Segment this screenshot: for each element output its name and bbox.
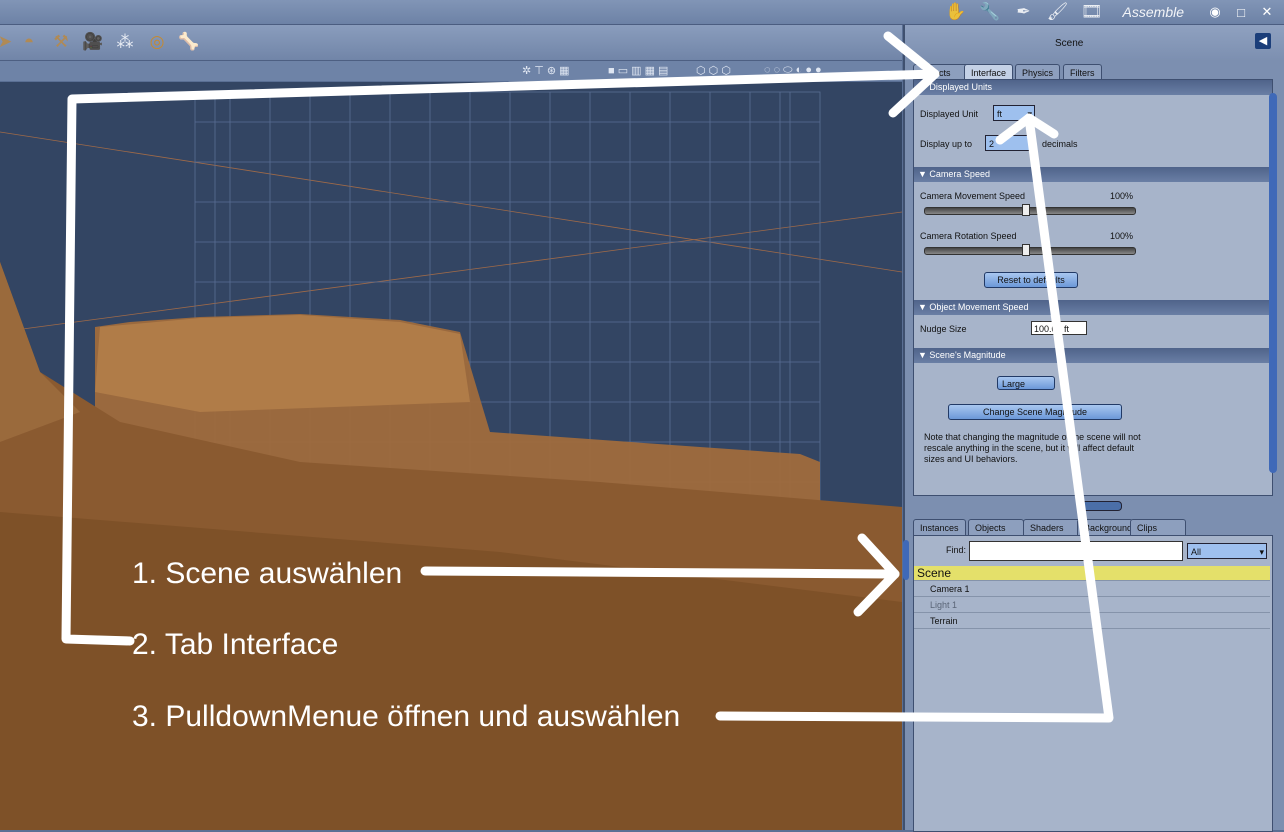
decimals-stepper[interactable]: 2	[985, 135, 1035, 151]
camera-rotation-label: Camera Rotation Speed	[920, 231, 1017, 241]
interface-properties: ▼ Displayed Units Displayed Unit ft ▾ Dis…	[913, 79, 1273, 496]
chevron-down-icon: ▾	[1259, 547, 1264, 557]
hammer-icon[interactable]: ⚒	[48, 30, 74, 54]
change-magnitude-button[interactable]: Change Scene Magnitude	[948, 404, 1122, 420]
toolbar: ➤ ◓ ⚒ 🎥 ⁂ ◎ 🦴	[0, 25, 902, 61]
target-icon[interactable]: ◎	[144, 30, 170, 54]
viewport-scroll-handle[interactable]	[903, 540, 909, 580]
nudge-size-field[interactable]: 100.00 ft	[1031, 321, 1087, 335]
title-bar: ✋ 🔧 ✒ 🖌 🎞 Assemble ◉ □ ✕	[0, 0, 1284, 25]
section-object-movement[interactable]: ▼ Object Movement Speed	[914, 300, 1272, 315]
instances-browser: Find: All ▾ Scene Camera 1 Light 1 Terrai…	[913, 535, 1273, 832]
displayed-unit-label: Displayed Unit	[920, 109, 979, 119]
bone-icon[interactable]: 🦴	[176, 30, 202, 54]
decimals-value: 2	[989, 139, 995, 149]
tab-instances[interactable]: Instances	[913, 519, 966, 535]
camera-icon[interactable]: 🎥	[80, 30, 106, 54]
camera-movement-label: Camera Movement Speed	[920, 191, 1026, 201]
render-mode-icon[interactable]: ◌ ◌ ⬭ ◐ ● ●	[764, 64, 822, 77]
camera-rotation-slider[interactable]	[924, 247, 1136, 255]
section-header: Camera Speed	[929, 169, 990, 179]
tab-filters[interactable]: Filters	[1063, 64, 1102, 80]
find-label: Find:	[946, 545, 967, 555]
display-decimals-label: Display up to	[920, 139, 973, 149]
chevron-down-icon: ▾	[1027, 109, 1032, 119]
tab-shaders[interactable]: Shaders	[1023, 519, 1082, 535]
properties-panel: Scene ◀ Objects Interface Physics Filter…	[903, 25, 1284, 832]
camera-movement-slider[interactable]	[924, 207, 1136, 215]
camera-movement-value: 100%	[1110, 191, 1134, 201]
bowl-icon[interactable]: ◓	[16, 30, 42, 54]
list-item-camera[interactable]: Camera 1	[914, 582, 1270, 597]
unit-value: ft	[997, 109, 1003, 119]
3d-viewport[interactable]	[0, 82, 902, 830]
maximize-icon[interactable]: □	[1232, 5, 1250, 20]
reset-defaults-button[interactable]: Reset to defaults	[984, 272, 1078, 288]
room-tabs: ✋ 🔧 ✒ 🖌 🎞 Assemble ◉ □ ✕	[943, 0, 1284, 24]
view-toolbar: ✲ ⊤ ⊛ ▦ ■ ▭ ▥ ▦ ▤ ⬡ ⬡ ⬡ ◌ ◌ ⬭ ◐ ● ●	[0, 61, 902, 81]
panel-header: Scene ◀	[905, 25, 1284, 61]
tab-backgrounds[interactable]: Backgrounds	[1077, 519, 1133, 535]
room-label: Assemble	[1122, 4, 1184, 20]
properties-scrollbar[interactable]	[1269, 93, 1277, 473]
decimals-suffix: decimals	[1042, 139, 1078, 149]
view-mode-icon[interactable]: ✲ ⊤ ⊛ ▦	[522, 64, 570, 77]
tab-browser-objects[interactable]: Objects	[968, 519, 1024, 535]
panel-splitter[interactable]	[1080, 501, 1122, 511]
tab-objects[interactable]: Objects	[913, 64, 969, 80]
brush-icon[interactable]: 🖌	[1045, 2, 1071, 22]
nudge-size-label: Nudge Size	[920, 324, 967, 334]
pen-icon[interactable]: ✒	[1011, 2, 1037, 22]
terrain-scene	[0, 91, 902, 830]
tab-clips[interactable]: Clips	[1130, 519, 1186, 535]
camera-rotation-value: 100%	[1110, 231, 1134, 241]
tab-physics[interactable]: Physics	[1015, 64, 1061, 80]
cube-view-icon[interactable]: ⬡ ⬡ ⬡	[696, 64, 731, 77]
section-camera-speed[interactable]: ▼ Camera Speed	[914, 167, 1272, 182]
section-scene-magnitude[interactable]: ▼ Scene's Magnitude	[914, 348, 1272, 363]
section-header: Displayed Units	[929, 82, 992, 92]
slider-thumb[interactable]	[1022, 204, 1030, 216]
magnitude-select[interactable]: Large	[997, 376, 1055, 390]
displayed-unit-select[interactable]: ft ▾	[993, 105, 1035, 121]
list-item-terrain[interactable]: Terrain	[914, 614, 1270, 629]
panel-title: Scene	[1055, 38, 1084, 49]
close-icon[interactable]: ✕	[1258, 4, 1276, 20]
find-input[interactable]	[969, 541, 1183, 561]
light-icon[interactable]: ⁂	[112, 30, 138, 54]
section-header: Scene's Magnitude	[929, 350, 1006, 360]
eye-icon[interactable]: ◉	[1206, 4, 1224, 20]
list-item-light[interactable]: Light 1	[914, 598, 1270, 613]
slider-thumb[interactable]	[1022, 244, 1030, 256]
tab-interface[interactable]: Interface	[964, 64, 1014, 80]
section-displayed-units[interactable]: ▼ Displayed Units	[914, 80, 1272, 95]
film-icon[interactable]: 🎞	[1079, 2, 1105, 22]
filter-select[interactable]: All ▾	[1187, 543, 1267, 559]
filter-value: All	[1191, 547, 1202, 557]
section-header: Object Movement Speed	[929, 302, 1029, 312]
collapse-panel-icon[interactable]: ◀	[1255, 33, 1271, 49]
list-item-scene[interactable]: Scene	[914, 566, 1270, 581]
layout-icon[interactable]: ■ ▭ ▥ ▦ ▤	[608, 64, 668, 77]
hand-icon[interactable]: ✋	[943, 2, 969, 22]
magnitude-note: Note that changing the magnitude of the …	[924, 432, 1141, 464]
wrench-icon[interactable]: 🔧	[977, 2, 1003, 22]
